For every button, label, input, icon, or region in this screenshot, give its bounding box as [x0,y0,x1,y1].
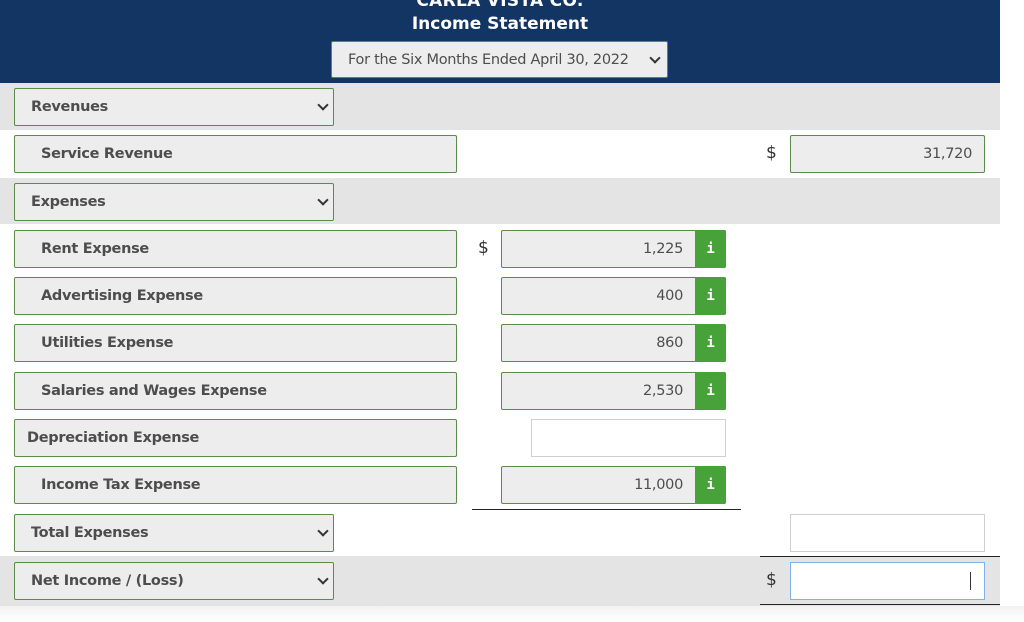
info-icon[interactable]: i [695,277,726,315]
info-icon[interactable]: i [695,372,726,410]
chevron-down-icon [649,51,661,64]
statement-title: Income Statement [411,14,589,34]
page-bottom [0,606,1024,622]
expense-amount-value: 400 [656,288,683,304]
expense-label: Utilities Expense [41,335,174,351]
total-expenses-input[interactable] [790,514,985,552]
expenses-heading-label: Expenses [31,194,106,210]
chevron-down-icon [317,194,329,206]
expense-amount-rent[interactable]: 1,225 i [501,230,726,268]
expenses-heading-select[interactable]: Expenses [14,183,334,221]
expense-label: Depreciation Expense [27,430,200,446]
expense-amount-income-tax[interactable]: 11,000 i [501,466,726,504]
expense-field-depreciation[interactable]: Depreciation Expense [14,419,457,457]
company-name: CARLA VISTA CO. [416,0,584,11]
revenues-heading-label: Revenues [31,99,108,115]
period-select-value: For the Six Months Ended April 30, 2022 [348,51,629,68]
statement-header: CARLA VISTA CO. Income Statement For the… [0,0,1000,83]
total-rule [760,556,1000,557]
expense-amount-value: 2,530 [642,383,683,399]
info-icon[interactable]: i [695,324,726,362]
expense-amount-value: 1,225 [642,241,683,257]
double-rule-top [760,604,1000,605]
net-income-input[interactable] [790,562,985,600]
expense-field-advertising[interactable]: Advertising Expense [14,277,457,315]
expense-amount-utilities[interactable]: 860 i [501,324,726,362]
expense-label: Salaries and Wages Expense [41,383,267,399]
service-revenue-amount[interactable]: 31,720 [790,135,985,173]
expense-label: Advertising Expense [41,288,203,304]
total-expenses-select[interactable]: Total Expenses [14,514,334,552]
expense-amount-advertising[interactable]: 400 i [501,277,726,315]
expense-label: Income Tax Expense [41,477,201,493]
total-expenses-label: Total Expenses [31,525,149,541]
expense-amount-salaries-wages[interactable]: 2,530 i [501,372,726,410]
subtotal-rule [472,509,741,510]
net-income-select[interactable]: Net Income / (Loss) [14,562,334,600]
expense-field-income-tax[interactable]: Income Tax Expense [14,466,457,504]
expense-amount-value: 860 [656,335,683,351]
expense-label: Rent Expense [41,241,149,257]
currency-symbol: $ [478,238,489,258]
service-revenue-label: Service Revenue [41,146,173,162]
expense-field-rent[interactable]: Rent Expense [14,230,457,268]
service-revenue-amount-value: 31,720 [923,146,972,162]
text-cursor [970,572,971,590]
expense-amount-value: 11,000 [634,477,683,493]
expense-field-salaries-wages[interactable]: Salaries and Wages Expense [14,372,457,410]
expense-field-utilities[interactable]: Utilities Expense [14,324,457,362]
chevron-down-icon [317,99,329,111]
chevron-down-icon [317,525,329,537]
period-select[interactable]: For the Six Months Ended April 30, 2022 [331,41,668,78]
info-icon[interactable]: i [695,466,726,504]
chevron-down-icon [317,573,329,585]
info-icon[interactable]: i [695,230,726,268]
currency-symbol: $ [766,570,777,590]
revenues-heading-select[interactable]: Revenues [14,88,334,126]
net-income-label: Net Income / (Loss) [31,573,184,589]
service-revenue-field[interactable]: Service Revenue [14,135,457,173]
expense-amount-depreciation-input[interactable] [531,419,726,457]
currency-symbol: $ [766,143,777,163]
